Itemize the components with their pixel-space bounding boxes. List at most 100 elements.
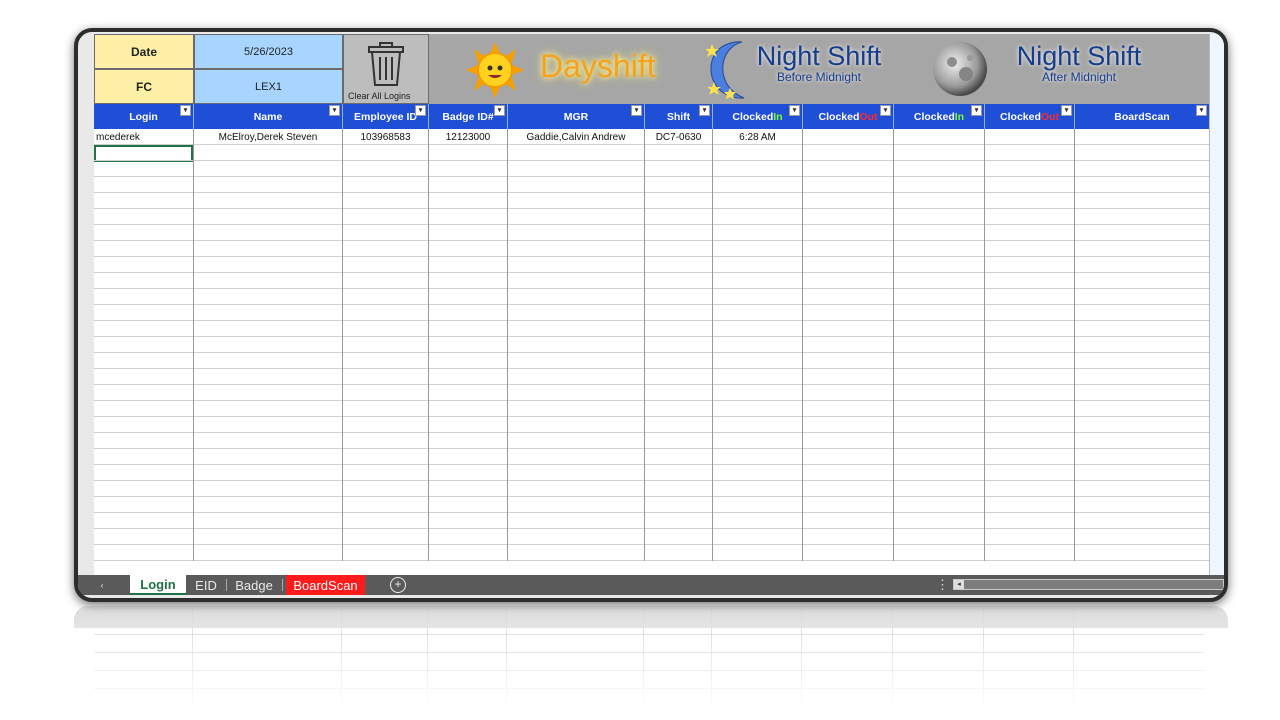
empty-cell[interactable]: [94, 529, 194, 545]
empty-cell[interactable]: [713, 305, 803, 321]
empty-cell[interactable]: [1075, 513, 1209, 529]
empty-cell[interactable]: [429, 481, 508, 497]
empty-cell[interactable]: [713, 145, 803, 161]
empty-cell[interactable]: [894, 225, 985, 241]
empty-cell[interactable]: [713, 433, 803, 449]
empty-cell[interactable]: [94, 145, 194, 161]
empty-cell[interactable]: [645, 369, 713, 385]
empty-cell[interactable]: [343, 497, 429, 513]
empty-cell[interactable]: [194, 257, 343, 273]
empty-cell[interactable]: [343, 433, 429, 449]
empty-cell[interactable]: [194, 481, 343, 497]
empty-cell[interactable]: [894, 481, 985, 497]
filter-dropdown-icon[interactable]: ▾: [971, 105, 982, 116]
empty-cell[interactable]: [1075, 481, 1209, 497]
empty-cell[interactable]: [1075, 161, 1209, 177]
empty-cell[interactable]: [429, 449, 508, 465]
empty-cell[interactable]: [645, 321, 713, 337]
empty-cell[interactable]: [645, 353, 713, 369]
empty-cell[interactable]: [343, 417, 429, 433]
cell-boardscan[interactable]: [1075, 129, 1209, 145]
empty-cell[interactable]: [713, 465, 803, 481]
empty-cell[interactable]: [508, 401, 645, 417]
cell-clocked-in-2[interactable]: [894, 129, 985, 145]
empty-cell[interactable]: [1075, 353, 1209, 369]
empty-cell[interactable]: [645, 529, 713, 545]
empty-cell[interactable]: [343, 337, 429, 353]
empty-cell[interactable]: [645, 193, 713, 209]
empty-cell[interactable]: [985, 273, 1075, 289]
empty-cell[interactable]: [343, 449, 429, 465]
empty-cell[interactable]: [508, 177, 645, 193]
empty-cell[interactable]: [94, 321, 194, 337]
empty-cell[interactable]: [713, 177, 803, 193]
empty-cell[interactable]: [94, 433, 194, 449]
empty-cell[interactable]: [94, 337, 194, 353]
filter-dropdown-icon[interactable]: ▾: [880, 105, 891, 116]
empty-cell[interactable]: [343, 145, 429, 161]
empty-cell[interactable]: [94, 177, 194, 193]
column-header-login[interactable]: Login ▾: [94, 104, 194, 129]
empty-cell[interactable]: [713, 545, 803, 561]
empty-cell[interactable]: [1075, 337, 1209, 353]
empty-cell[interactable]: [508, 273, 645, 289]
empty-cell[interactable]: [429, 353, 508, 369]
empty-cell[interactable]: [713, 513, 803, 529]
empty-cell[interactable]: [508, 241, 645, 257]
filter-dropdown-icon[interactable]: ▾: [415, 105, 426, 116]
empty-cell[interactable]: [985, 321, 1075, 337]
empty-cell[interactable]: [985, 481, 1075, 497]
empty-cell[interactable]: [1075, 177, 1209, 193]
empty-cell[interactable]: [645, 401, 713, 417]
empty-cell[interactable]: [343, 385, 429, 401]
empty-cell[interactable]: [645, 481, 713, 497]
empty-cell[interactable]: [985, 513, 1075, 529]
empty-cell[interactable]: [508, 145, 645, 161]
empty-cell[interactable]: [94, 545, 194, 561]
fc-value[interactable]: LEX1: [194, 69, 343, 104]
empty-cell[interactable]: [94, 241, 194, 257]
empty-cell[interactable]: [429, 225, 508, 241]
empty-cell[interactable]: [94, 193, 194, 209]
empty-cell[interactable]: [985, 257, 1075, 273]
empty-cell[interactable]: [508, 257, 645, 273]
empty-cell[interactable]: [194, 289, 343, 305]
empty-cell[interactable]: [343, 225, 429, 241]
empty-cell[interactable]: [94, 481, 194, 497]
empty-cell[interactable]: [894, 513, 985, 529]
empty-cell[interactable]: [429, 545, 508, 561]
empty-cell[interactable]: [645, 385, 713, 401]
empty-cell[interactable]: [1075, 401, 1209, 417]
empty-cell[interactable]: [894, 369, 985, 385]
empty-cell[interactable]: [894, 449, 985, 465]
empty-cell[interactable]: [343, 273, 429, 289]
horizontal-scrollbar[interactable]: ◂: [953, 579, 1224, 590]
tab-badge[interactable]: Badge: [228, 575, 280, 595]
empty-cell[interactable]: [194, 369, 343, 385]
cell-employee-id[interactable]: 103968583: [343, 129, 429, 145]
filter-dropdown-icon[interactable]: ▾: [180, 105, 191, 116]
empty-cell[interactable]: [194, 273, 343, 289]
empty-cell[interactable]: [645, 545, 713, 561]
empty-cell[interactable]: [194, 433, 343, 449]
empty-cell[interactable]: [429, 241, 508, 257]
empty-cell[interactable]: [343, 177, 429, 193]
empty-cell[interactable]: [713, 257, 803, 273]
empty-cell[interactable]: [1075, 433, 1209, 449]
empty-cell[interactable]: [713, 225, 803, 241]
empty-cell[interactable]: [343, 209, 429, 225]
empty-cell[interactable]: [508, 353, 645, 369]
empty-cell[interactable]: [429, 433, 508, 449]
empty-cell[interactable]: [985, 497, 1075, 513]
empty-cell[interactable]: [429, 465, 508, 481]
clear-all-logins-button[interactable]: Clear All Logins: [343, 34, 429, 104]
empty-cell[interactable]: [1075, 241, 1209, 257]
empty-cell[interactable]: [713, 209, 803, 225]
empty-cell[interactable]: [343, 257, 429, 273]
empty-cell[interactable]: [194, 225, 343, 241]
empty-cell[interactable]: [94, 353, 194, 369]
empty-cell[interactable]: [94, 209, 194, 225]
empty-cell[interactable]: [985, 433, 1075, 449]
column-header-boardscan[interactable]: BoardScan ▾: [1075, 104, 1209, 129]
empty-cell[interactable]: [94, 513, 194, 529]
